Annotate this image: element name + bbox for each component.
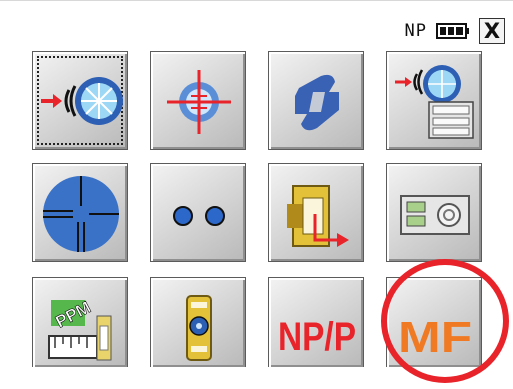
mf-icon: MF	[398, 313, 472, 362]
np-p-switch-button[interactable]: NP/P	[268, 277, 364, 367]
function-menu-grid: PPM NP/P MF	[32, 51, 510, 389]
offset-button[interactable]	[268, 163, 364, 262]
mf-button[interactable]: MF	[386, 277, 482, 367]
status-bar: NP X	[405, 17, 505, 45]
memory-card-icon	[400, 195, 470, 235]
mode-indicator: NP	[404, 21, 427, 41]
tilt-level-icon	[186, 295, 212, 361]
mf-label: MF	[398, 313, 472, 362]
target-stakeout-icon	[167, 70, 231, 134]
tilt-level-button[interactable]	[150, 277, 246, 367]
function-3-button[interactable]	[268, 51, 364, 150]
reticle-circle-icon	[43, 176, 119, 252]
reticle-button[interactable]	[32, 163, 128, 262]
prism-offset-icon	[287, 185, 349, 247]
ppm-correction-button[interactable]: PPM	[32, 277, 128, 367]
battery-icon	[436, 23, 469, 39]
np-p-switch-icon: NP/P	[278, 315, 356, 359]
close-icon: X	[483, 19, 501, 43]
distance-measure-button[interactable]	[32, 51, 128, 150]
wave-symbol-icon	[295, 74, 339, 131]
np-p-label: NP/P	[278, 315, 356, 359]
distance-measure-icon	[41, 77, 123, 125]
close-button[interactable]: X	[479, 18, 505, 44]
ppm-correction-icon: PPM	[48, 297, 112, 361]
instrument-menu-screen: NP X PPM NP/P MF	[0, 0, 513, 388]
two-point-button[interactable]	[150, 163, 246, 262]
two-dots-icon	[173, 206, 225, 226]
memory-card-button[interactable]	[386, 163, 482, 262]
measure-to-memory-icon	[395, 65, 474, 139]
stakeout-button[interactable]	[150, 51, 246, 150]
measure-to-memory-button[interactable]	[386, 51, 482, 150]
